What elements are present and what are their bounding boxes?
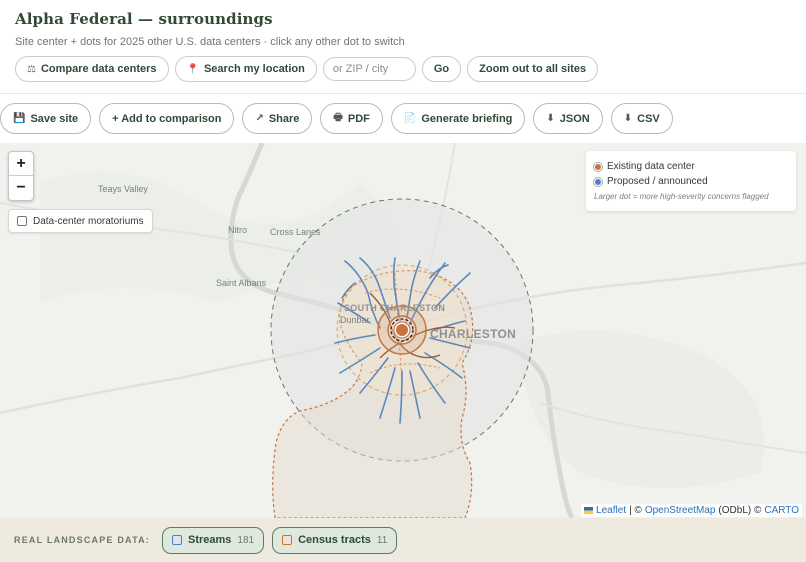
streams-count: 181 [237,534,255,546]
tracts-swatch-icon [282,535,293,545]
zoom-out-all-sites-button[interactable]: Zoom out to all sites [467,56,599,82]
add-to-comparison-button[interactable]: + Add to comparison [99,103,235,134]
action-toolbar: 💾 Save site + Add to comparison ↗ Share … [0,93,806,143]
page-title: Alpha Federal — surroundings [15,10,273,28]
osm-link[interactable]: OpenStreetMap [645,505,716,516]
document-icon: 📄 [403,113,417,124]
moratoriums-toggle[interactable]: Data-center moratoriums [8,209,153,233]
floppy-icon: 💾 [13,113,26,124]
place-label: Saint Albans [216,278,267,288]
search-my-location-button[interactable]: 📍 Search my location [174,56,317,82]
moratoriums-checkbox[interactable] [17,216,27,226]
scale-icon: ⚖ [27,63,36,75]
legend-existing: Existing data center [594,159,788,174]
page-subtitle: Site center + dots for 2025 other U.S. d… [15,36,405,48]
landscape-data-label: REAL LANDSCAPE DATA: [14,535,150,545]
zip-city-input[interactable] [322,57,416,81]
ukraine-flag-icon [584,507,594,514]
map-attribution: Leaflet | © OpenStreetMap (ODbL) © CARTO [581,504,802,517]
legend-note: Larger dot = more high-severity concerns… [594,192,769,201]
place-label: Dunbar [340,315,370,325]
download-json-button[interactable]: ⬇ JSON [533,103,603,134]
share-button[interactable]: ↗ Share [242,103,313,134]
place-label: Nitro [228,225,248,235]
search-row: ⚖ Compare data centers 📍 Search my locat… [15,56,599,82]
zoom-out-button[interactable]: − [9,176,33,200]
printer-icon: 🖶 [333,112,343,123]
compare-data-centers-button[interactable]: ⚖ Compare data centers [15,56,169,82]
download-csv-button[interactable]: ⬇ CSV [610,103,673,134]
map-legend: Existing data center Proposed / announce… [586,151,796,211]
save-site-button[interactable]: 💾 Save site [0,103,92,134]
pdf-button[interactable]: 🖶 PDF [320,103,383,134]
zoom-control: + − [8,151,34,201]
legend-proposed: Proposed / announced [594,174,788,189]
zoom-in-button[interactable]: + [9,152,33,176]
place-label: Cross Lanes [270,227,321,237]
download-icon: ⬇ [623,113,633,124]
carto-link[interactable]: CARTO [764,505,799,516]
map-view[interactable]: Teays Valley Nitro Cross Lanes Saint Alb… [0,143,806,518]
census-tracts-layer-toggle[interactable]: Census tracts 11 [272,526,398,554]
landscape-data-bar: REAL LANDSCAPE DATA: Streams 181 Census … [0,518,806,562]
existing-dot-icon [594,162,602,171]
streams-swatch-icon [172,535,182,545]
place-label: SOUTH CHARLESTON [344,303,446,313]
share-arrow-icon: ↗ [255,113,264,124]
place-label: CHARLESTON [430,327,517,341]
place-label: Teays Valley [98,184,148,194]
pin-icon: 📍 [186,63,199,75]
streams-layer-toggle[interactable]: Streams 181 [162,526,265,554]
go-button[interactable]: Go [421,56,462,82]
tracts-count: 11 [376,534,388,546]
download-icon: ⬇ [546,113,555,124]
proposed-dot-icon [594,177,602,186]
generate-briefing-button[interactable]: 📄 Generate briefing [390,103,526,134]
leaflet-link[interactable]: Leaflet [596,505,626,516]
